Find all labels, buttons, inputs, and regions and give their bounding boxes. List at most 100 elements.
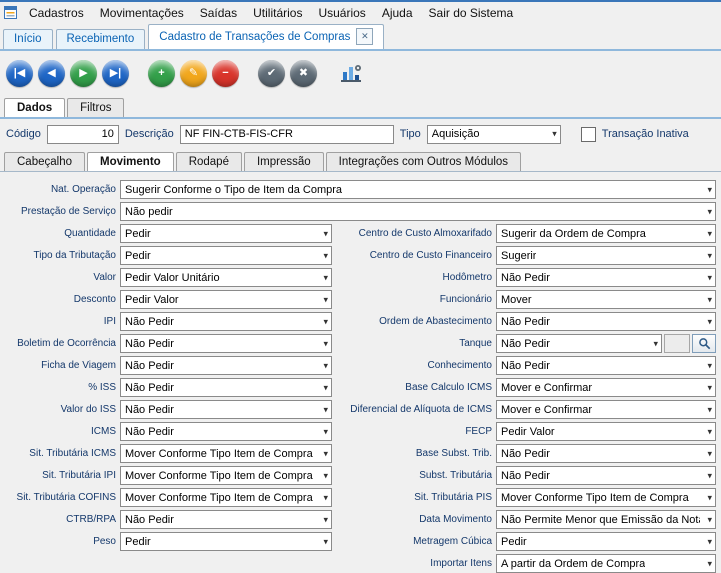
codigo-input[interactable] <box>47 125 119 144</box>
prestacao-de-servico-select[interactable]: Não pedir▾ <box>120 202 716 221</box>
valor-select[interactable]: Pedir Valor Unitário▾ <box>120 268 332 287</box>
nav-next-button[interactable]: ▶ <box>70 60 97 87</box>
nat-operacao-label: Nat. Operação <box>4 184 116 195</box>
hodometro-select[interactable]: Não Pedir▾ <box>496 268 716 287</box>
menu-item-movimentacoes[interactable]: Movimentações <box>92 4 192 22</box>
button-glyph: ✔ <box>267 68 276 79</box>
metragem-cubica-label: Metragem Cúbica <box>336 536 492 547</box>
valor-do-iss-select[interactable]: Não Pedir▾ <box>120 400 332 419</box>
sit-tributaria-icms-select[interactable]: Mover Conforme Tipo Item de Compra▾ <box>120 444 332 463</box>
funcionario-select-value: Mover <box>501 294 532 306</box>
sit-tributaria-pis-select[interactable]: Mover Conforme Tipo Item de Compra▾ <box>496 488 716 507</box>
nav-prev-button[interactable]: ◀ <box>38 60 65 87</box>
icms-select[interactable]: Não Pedir ▾ <box>120 422 332 441</box>
tab-label: Início <box>14 33 42 45</box>
chart-button[interactable] <box>336 59 366 87</box>
dropdown-arrow-icon: ▾ <box>707 382 712 393</box>
metragem-cubica-select-value: Pedir <box>501 536 527 548</box>
metragem-cubica-select[interactable]: Pedir▾ <box>496 532 716 551</box>
tab-cabecalho[interactable]: Cabeçalho <box>4 152 85 171</box>
fecp-select[interactable]: Pedir Valor▾ <box>496 422 716 441</box>
tanque-lookup-group: Não Pedir▾ <box>496 334 716 353</box>
descricao-input[interactable] <box>180 125 394 144</box>
base-subst-trib-select-value: Não Pedir <box>501 448 550 460</box>
document-tab-bar: Início RecebimentoCadastro de Transações … <box>0 23 721 51</box>
desconto-select[interactable]: Pedir Valor▾ <box>120 290 332 309</box>
nav-first-button[interactable]: |◀ <box>6 60 33 87</box>
iss-label: % ISS <box>4 382 116 393</box>
menu-item-usuarios[interactable]: Usuários <box>310 4 373 22</box>
dropdown-arrow-icon: ▾ <box>323 470 328 481</box>
cancel-button[interactable]: ✖ <box>290 60 317 87</box>
edit-button[interactable]: ✎ <box>180 60 207 87</box>
centro-de-custo-almoxarifado-select[interactable]: Sugerir da Ordem de Compra▾ <box>496 224 716 243</box>
delete-button[interactable]: − <box>212 60 239 87</box>
peso-select-value: Pedir <box>125 536 151 548</box>
confirm-button[interactable]: ✔ <box>258 60 285 87</box>
quantidade-select-value: Pedir <box>125 228 151 240</box>
tab-impressao[interactable]: Impressão <box>244 152 324 171</box>
tanque-code-field[interactable] <box>664 334 690 353</box>
tipo-da-tributacao-select[interactable]: Pedir▾ <box>120 246 332 265</box>
dropdown-arrow-icon: ▾ <box>707 294 712 305</box>
peso-select[interactable]: Pedir▾ <box>120 532 332 551</box>
tab-integracoes-com-outros-modulos[interactable]: Integrações com Outros Módulos <box>326 152 521 171</box>
tab-rodape[interactable]: Rodapé <box>176 152 242 171</box>
ordem-de-abastecimento-select[interactable]: Não Pedir▾ <box>496 312 716 331</box>
dropdown-arrow-icon: ▾ <box>323 426 328 437</box>
ipi-select[interactable]: Não Pedir▾ <box>120 312 332 331</box>
base-subst-trib-select[interactable]: Não Pedir▾ <box>496 444 716 463</box>
funcionario-label: Funcionário <box>336 294 492 305</box>
funcionario-select[interactable]: Mover ▾ <box>496 290 716 309</box>
menu-item-ajuda[interactable]: Ajuda <box>374 4 421 22</box>
boletim-de-ocorrencia-select[interactable]: Não Pedir▾ <box>120 334 332 353</box>
dropdown-arrow-icon: ▾ <box>707 250 712 261</box>
ficha-de-viagem-select[interactable]: Não Pedir▾ <box>120 356 332 375</box>
menu-item-sair-do-sistema[interactable]: Sair do Sistema <box>421 4 522 22</box>
sit-tributaria-cofins-label: Sit. Tributária COFINS <box>4 492 116 503</box>
diferencial-de-aliquota-de-icms-select[interactable]: Mover e Confirmar▾ <box>496 400 716 419</box>
add-button[interactable]: + <box>148 60 175 87</box>
close-tab-button[interactable]: ✕ <box>356 28 373 45</box>
valor-do-iss-label: Valor do ISS <box>4 404 116 415</box>
nav-last-button[interactable]: ▶| <box>102 60 129 87</box>
tipo-select[interactable]: Aquisição ▾ <box>427 125 561 144</box>
dropdown-arrow-icon: ▾ <box>323 448 328 459</box>
centro-de-custo-financeiro-select[interactable]: Sugerir▾ <box>496 246 716 265</box>
peso-label: Peso <box>4 536 116 547</box>
tab-label: Integrações com Outros Módulos <box>339 156 508 168</box>
base-calculo-icms-select[interactable]: Mover e Confirmar▾ <box>496 378 716 397</box>
fecp-label: FECP <box>336 426 492 437</box>
nat-operacao-select[interactable]: Sugerir Conforme o Tipo de Item da Compr… <box>120 180 716 199</box>
dropdown-arrow-icon: ▾ <box>323 272 328 283</box>
menu-item-utilitarios[interactable]: Utilitários <box>245 4 310 22</box>
data-movimento-label: Data Movimento <box>336 514 492 525</box>
transacao-inativa-checkbox[interactable] <box>581 127 596 142</box>
tanque-select[interactable]: Não Pedir▾ <box>496 334 662 353</box>
tanque-search-button[interactable] <box>692 334 716 353</box>
icms-select-value: Não Pedir <box>125 426 174 438</box>
sit-tributaria-ipi-select[interactable]: Mover Conforme Tipo Item de Compra▾ <box>120 466 332 485</box>
data-movimento-select-value: Não Permite Menor que Emissão da Nota <box>501 514 700 526</box>
importar-itens-select-value: A partir da Ordem de Compra <box>501 558 645 570</box>
tab-filtros[interactable]: Filtros <box>67 98 124 117</box>
menu-item-cadastros[interactable]: Cadastros <box>21 4 92 22</box>
tab-movimento[interactable]: Movimento <box>87 152 174 171</box>
conhecimento-select[interactable]: Não Pedir▾ <box>496 356 716 375</box>
data-movimento-select[interactable]: Não Permite Menor que Emissão da Nota▾ <box>496 510 716 529</box>
tab-recebimento[interactable]: Recebimento <box>56 29 146 49</box>
importar-itens-select[interactable]: A partir da Ordem de Compra▾ <box>496 554 716 573</box>
tab-cadastro-de-transacoes-de-compras[interactable]: Cadastro de Transações de Compras✕ <box>148 24 384 49</box>
quantidade-select[interactable]: Pedir▾ <box>120 224 332 243</box>
dropdown-arrow-icon: ▾ <box>707 470 712 481</box>
iss-select[interactable]: Não Pedir▾ <box>120 378 332 397</box>
subst-tributaria-label: Subst. Tributária <box>336 470 492 481</box>
base-subst-trib-label: Base Subst. Trib. <box>336 448 492 459</box>
sit-tributaria-cofins-select[interactable]: Mover Conforme Tipo Item de Compra▾ <box>120 488 332 507</box>
ctrb-rpa-select[interactable]: Não Pedir▾ <box>120 510 332 529</box>
iss-select-value: Não Pedir <box>125 382 174 394</box>
subst-tributaria-select[interactable]: Não Pedir▾ <box>496 466 716 485</box>
tab-dados[interactable]: Dados <box>4 98 65 117</box>
menu-item-saidas[interactable]: Saídas <box>192 4 245 22</box>
tab-inicio[interactable]: Início <box>3 29 53 49</box>
